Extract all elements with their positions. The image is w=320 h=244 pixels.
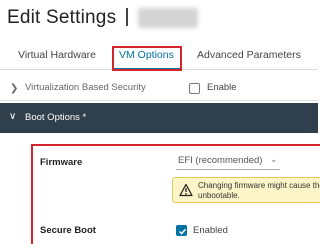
- vbs-row[interactable]: ❯ Virtualization Based Security Enable: [0, 75, 318, 101]
- firmware-select[interactable]: EFI (recommended) ⌄: [176, 152, 280, 170]
- dialog-title: Edit Settings: [7, 7, 117, 28]
- tab-advanced-parameters[interactable]: Advanced Parameters: [197, 49, 301, 61]
- chevron-right-icon[interactable]: ❯: [10, 83, 18, 94]
- checkmark-icon: [178, 228, 187, 235]
- secure-boot-label: Secure Boot: [40, 225, 96, 236]
- vbs-enable-label[interactable]: Enable: [207, 82, 237, 93]
- secure-boot-enabled-label[interactable]: Enabled: [193, 225, 228, 236]
- warning-icon: [179, 183, 193, 197]
- dialog-header: Edit Settings: [0, 0, 318, 36]
- firmware-label: Firmware: [40, 157, 83, 168]
- chevron-down-icon[interactable]: ⌄: [270, 154, 278, 165]
- secure-boot-checkbox[interactable]: [176, 225, 187, 236]
- vbs-label: Virtualization Based Security: [25, 82, 146, 93]
- chevron-down-icon[interactable]: ∨: [9, 111, 16, 122]
- firmware-warning-text: Changing firmware might cause the unboot…: [198, 181, 320, 200]
- title-separator: [126, 8, 128, 26]
- vbs-enable-checkbox[interactable]: [189, 83, 200, 94]
- boot-options-label: Boot Options *: [25, 112, 87, 123]
- tab-virtual-hardware[interactable]: Virtual Hardware: [18, 49, 96, 61]
- tab-highlight-box: [112, 46, 182, 71]
- boot-options-header[interactable]: ∨ Boot Options *: [0, 103, 318, 133]
- firmware-value[interactable]: EFI (recommended): [178, 155, 262, 166]
- firmware-warning: Changing firmware might cause the unboot…: [172, 177, 320, 203]
- redacted-vm-name: [138, 8, 198, 28]
